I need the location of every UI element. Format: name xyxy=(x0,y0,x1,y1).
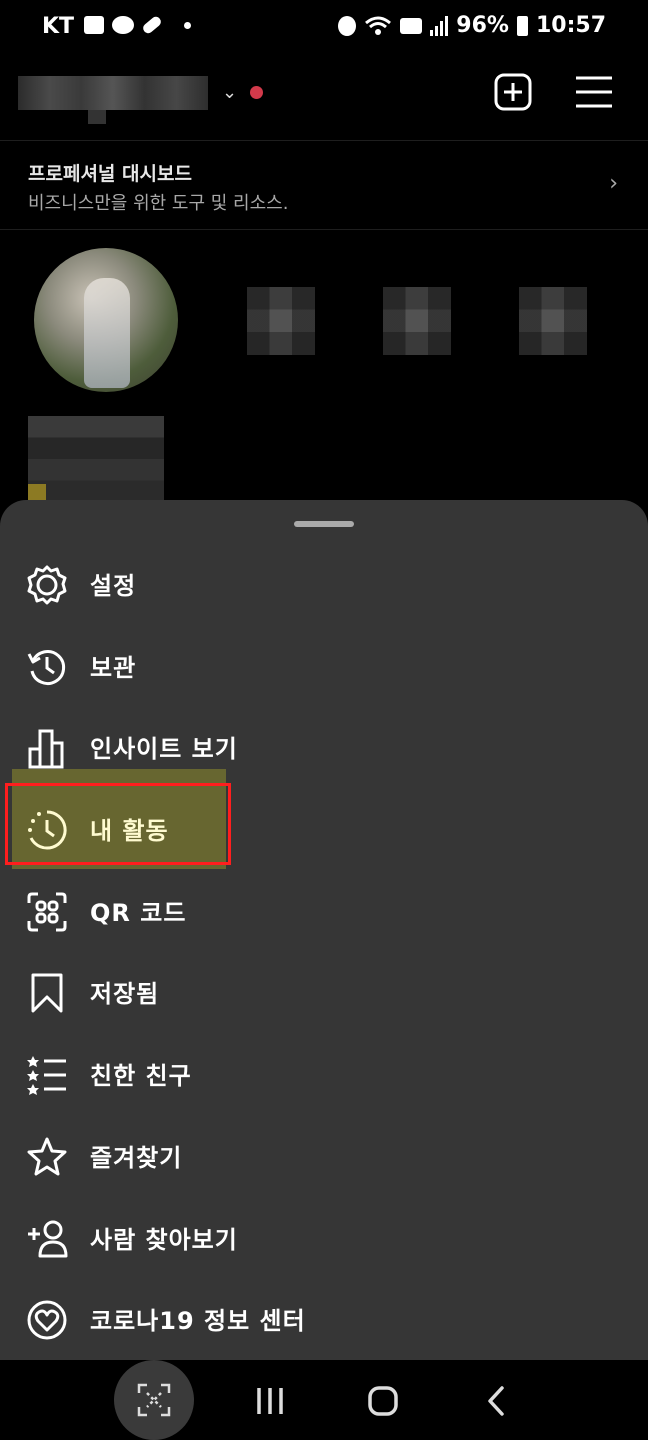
following-count-blurred[interactable] xyxy=(519,287,587,355)
system-navigation-bar xyxy=(0,1360,648,1440)
username-blurred-tail xyxy=(88,110,106,124)
menu-item-label: 코로나19 정보 센터 xyxy=(90,1307,306,1335)
menu-item-qr-code[interactable]: QR 코드 xyxy=(0,871,648,951)
clock: 10:57 xyxy=(535,13,606,38)
pro-dashboard-subtitle: 비즈니스만을 위한 도구 및 리소스. xyxy=(28,193,289,214)
menu-item-label: 설정 xyxy=(90,572,137,600)
covid-heart-icon xyxy=(27,1300,67,1340)
hd-icon xyxy=(400,17,423,34)
menu-item-insights[interactable]: 인사이트 보기 xyxy=(0,707,648,787)
home-icon[interactable] xyxy=(366,1384,400,1418)
close-friends-list-icon xyxy=(27,1056,66,1095)
menu-item-archive[interactable]: 보관 xyxy=(0,626,648,706)
menu-item-label: 즐겨찾기 xyxy=(90,1144,183,1172)
battery-icon xyxy=(516,15,528,36)
pill-icon xyxy=(141,14,163,36)
menu-item-label: QR 코드 xyxy=(90,899,187,927)
gear-icon xyxy=(27,565,67,605)
bookmark-icon xyxy=(31,973,63,1013)
professional-dashboard-row[interactable]: 프로페셔널 대시보드 비즈니스만을 위한 도구 및 리소스. › xyxy=(0,140,648,230)
more-notifications-dot-icon xyxy=(184,21,191,29)
sheet-drag-handle[interactable] xyxy=(294,521,354,527)
posts-count-blurred[interactable] xyxy=(247,287,315,355)
bio-blurred xyxy=(28,416,164,502)
qr-code-icon xyxy=(27,892,67,932)
notification-dot-icon xyxy=(250,86,263,99)
alarm-icon xyxy=(338,15,357,36)
create-post-button[interactable] xyxy=(494,73,532,111)
signal-icon xyxy=(430,15,449,36)
carrier-label: KT xyxy=(42,14,75,39)
add-person-icon xyxy=(28,1220,68,1258)
status-bar: KT 96% 10:57 xyxy=(0,0,648,54)
menu-item-discover-people[interactable]: 사람 찾아보기 xyxy=(0,1198,648,1278)
menu-item-favorites[interactable]: 즐겨찾기 xyxy=(0,1116,648,1196)
menu-item-label: 저장됨 xyxy=(90,980,160,1008)
highlight-red-outline xyxy=(5,783,231,865)
wifi-icon xyxy=(365,16,392,35)
back-icon[interactable] xyxy=(480,1384,514,1418)
username-blurred[interactable] xyxy=(18,76,208,110)
hamburger-menu-button[interactable] xyxy=(576,75,612,109)
menu-item-covid-info-center[interactable]: 코로나19 정보 센터 xyxy=(0,1279,648,1359)
chevron-right-icon: › xyxy=(609,171,618,196)
pro-dashboard-title: 프로페셔널 대시보드 xyxy=(28,163,192,185)
menu-item-label: 인사이트 보기 xyxy=(90,735,238,763)
archive-history-icon xyxy=(27,650,66,685)
followers-count-blurred[interactable] xyxy=(383,287,451,355)
menu-item-saved[interactable]: 저장됨 xyxy=(0,952,648,1032)
menu-item-settings[interactable]: 설정 xyxy=(0,544,648,624)
menu-item-label: 친한 친구 xyxy=(90,1062,192,1090)
battery-percent: 96% xyxy=(456,13,509,38)
menu-item-close-friends[interactable]: 친한 친구 xyxy=(0,1034,648,1114)
screen-capture-button[interactable] xyxy=(114,1360,194,1440)
chevron-down-icon[interactable]: ⌄ xyxy=(222,82,237,103)
screen-capture-icon xyxy=(137,1383,171,1417)
menu-item-label: 사람 찾아보기 xyxy=(90,1226,238,1254)
avatar[interactable] xyxy=(34,248,178,392)
recent-apps-icon[interactable] xyxy=(253,1384,287,1418)
bar-chart-icon xyxy=(28,729,64,769)
star-icon xyxy=(27,1137,67,1176)
gallery-icon xyxy=(84,16,104,34)
kakaotalk-icon xyxy=(112,16,134,34)
system-status: 96% 10:57 xyxy=(338,13,606,38)
options-bottom-sheet: 설정 보관 인사이트 보기 내 활동 QR 코드 저장됨 친한 친구 즐겨찾기 … xyxy=(0,500,648,1360)
menu-item-label: 보관 xyxy=(90,654,137,682)
notification-icons xyxy=(84,14,191,36)
